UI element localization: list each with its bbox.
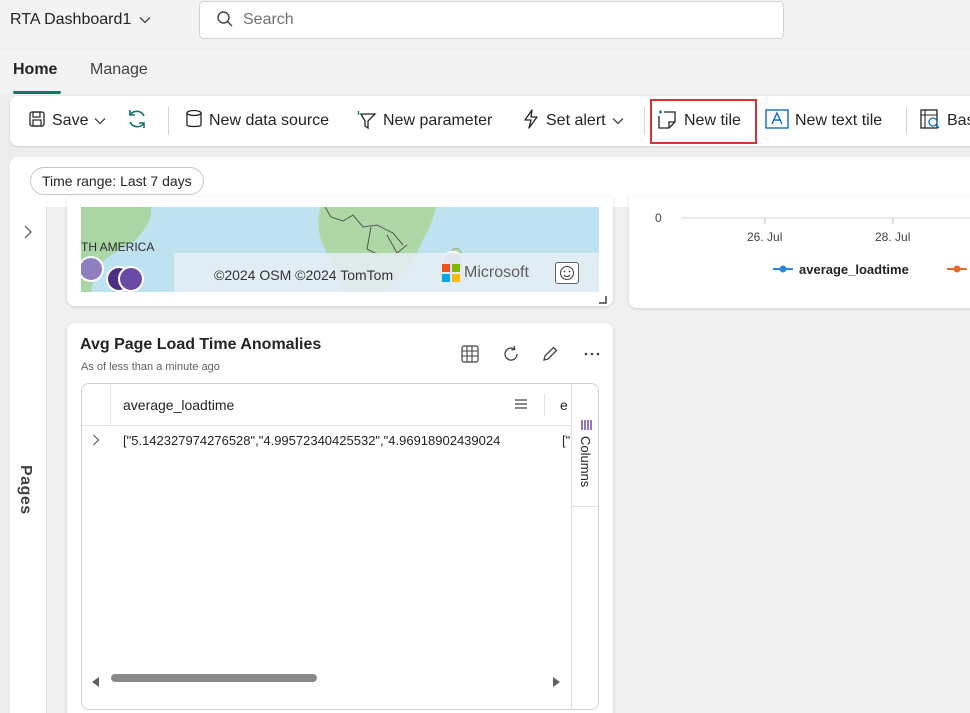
horizontal-scrollbar[interactable] [82, 666, 571, 688]
column-header-e[interactable]: e [560, 397, 568, 413]
map-region-label: TH AMERICA [81, 240, 154, 254]
ribbon-tabs: Home Manage [0, 50, 970, 94]
base-query-button[interactable]: Bas [919, 96, 970, 146]
anomalies-tile[interactable]: Avg Page Load Time Anomalies As of less … [67, 323, 613, 713]
toolbar-divider [168, 107, 169, 135]
column-header-average-loadtime[interactable]: average_loadtime [123, 397, 234, 413]
more-icon[interactable] [581, 343, 603, 365]
menu-icon[interactable] [514, 397, 528, 413]
database-icon [185, 109, 203, 134]
cell-average-loadtime: ["5.142327974276528","4.99572340425532",… [123, 433, 501, 448]
scroll-right-icon[interactable] [552, 674, 560, 690]
save-label: Save [52, 112, 89, 129]
microsoft-logo: Microsoft [442, 264, 529, 282]
refresh-icon[interactable] [500, 343, 522, 365]
ribbon-toolbar: Save New data source New parameter Set a… [10, 96, 970, 146]
feedback-icon[interactable] [555, 262, 579, 284]
chevron-down-icon [612, 112, 624, 130]
tile-title: Avg Page Load Time Anomalies [80, 336, 322, 353]
data-grid: average_loadtime e ["5.142327974276528",… [81, 383, 599, 710]
map-footer: ©2024 OSM ©2024 TomTom Microsoft [174, 253, 599, 292]
dashboard-canvas: TH AMERICA ©2024 OSM ©2024 TomTom Micros… [47, 197, 970, 713]
legend-marker [779, 265, 787, 273]
save-icon [28, 110, 46, 133]
set-alert-label: Set alert [546, 112, 606, 129]
new-parameter-label: New parameter [383, 112, 493, 129]
x-tick-label: 26. Jul [747, 230, 782, 244]
search-input[interactable] [243, 11, 723, 29]
new-text-tile-button[interactable]: New text tile [765, 96, 882, 146]
x-tick-label: 28. Jul [875, 230, 910, 244]
columns-icon [580, 418, 592, 434]
new-text-tile-label: New text tile [795, 112, 883, 129]
grid-column-divider [544, 394, 545, 416]
search-box[interactable] [199, 1, 784, 39]
save-button[interactable]: Save [28, 96, 106, 146]
legend-label: average_loadtime [799, 262, 909, 277]
legend-item-second-series [947, 265, 967, 273]
scrollbar-thumb[interactable] [111, 674, 317, 682]
map-view[interactable]: TH AMERICA ©2024 OSM ©2024 TomTom Micros… [81, 207, 599, 292]
base-query-label: Bas [947, 112, 970, 129]
parameter-icon [355, 108, 377, 135]
chevron-down-icon [139, 11, 151, 29]
new-data-source-label: New data source [209, 112, 330, 129]
chevron-down-icon [94, 112, 106, 130]
chevron-right-icon[interactable] [92, 433, 100, 449]
pencil-icon[interactable] [539, 343, 561, 365]
table-icon[interactable] [459, 343, 481, 365]
chevron-right-icon[interactable] [23, 225, 33, 242]
text-tile-icon [765, 108, 789, 134]
tile-subtitle: As of less than a minute ago [81, 361, 220, 373]
pages-rail: Pages [10, 207, 47, 713]
pages-label[interactable]: Pages [16, 465, 34, 515]
refresh-icon [125, 107, 149, 136]
legend-item-average-loadtime: average_loadtime [773, 262, 909, 277]
top-bar: RTA Dashboard1 [0, 0, 970, 48]
dashboard-title: RTA Dashboard1 [10, 11, 132, 28]
tab-home[interactable]: Home [13, 61, 57, 79]
new-data-source-button[interactable]: New data source [185, 96, 329, 146]
new-parameter-button[interactable]: New parameter [355, 96, 492, 146]
legend-marker [953, 265, 961, 273]
refresh-button[interactable] [125, 96, 149, 146]
resize-handle-icon[interactable] [599, 291, 607, 306]
alert-icon [522, 108, 540, 134]
y-tick-label: 0 [655, 211, 662, 225]
map-tile[interactable]: TH AMERICA ©2024 OSM ©2024 TomTom Micros… [67, 197, 613, 306]
columns-panel-toggle[interactable]: Columns [571, 384, 598, 709]
table-row[interactable]: ["5.142327974276528","4.99572340425532",… [82, 426, 571, 454]
line-chart: 0 26. Jul 28. Jul average_loadtime [655, 211, 970, 277]
grid-header: average_loadtime e [82, 384, 571, 426]
search-icon [216, 10, 234, 31]
time-range-filter[interactable]: Time range: Last 7 days [30, 167, 204, 195]
new-tile-highlight [650, 99, 757, 144]
cell-e: [" [562, 433, 571, 448]
set-alert-button[interactable]: Set alert [522, 96, 624, 146]
columns-panel-label: Columns [578, 436, 593, 488]
toolbar-divider [906, 107, 907, 135]
grid-column-divider [110, 384, 111, 426]
panel-divider [572, 506, 598, 507]
line-chart-tile[interactable]: 0 26. Jul 28. Jul average_loadtime [629, 197, 970, 308]
tab-manage[interactable]: Manage [90, 61, 148, 79]
active-tab-indicator [13, 91, 61, 94]
toolbar-divider [644, 107, 645, 135]
microsoft-brand: Microsoft [464, 264, 529, 281]
base-query-icon [919, 108, 941, 135]
map-attribution: ©2024 OSM ©2024 TomTom [214, 267, 394, 283]
dashboard-title-dropdown[interactable]: RTA Dashboard1 [10, 11, 151, 29]
scroll-left-icon[interactable] [92, 674, 100, 690]
